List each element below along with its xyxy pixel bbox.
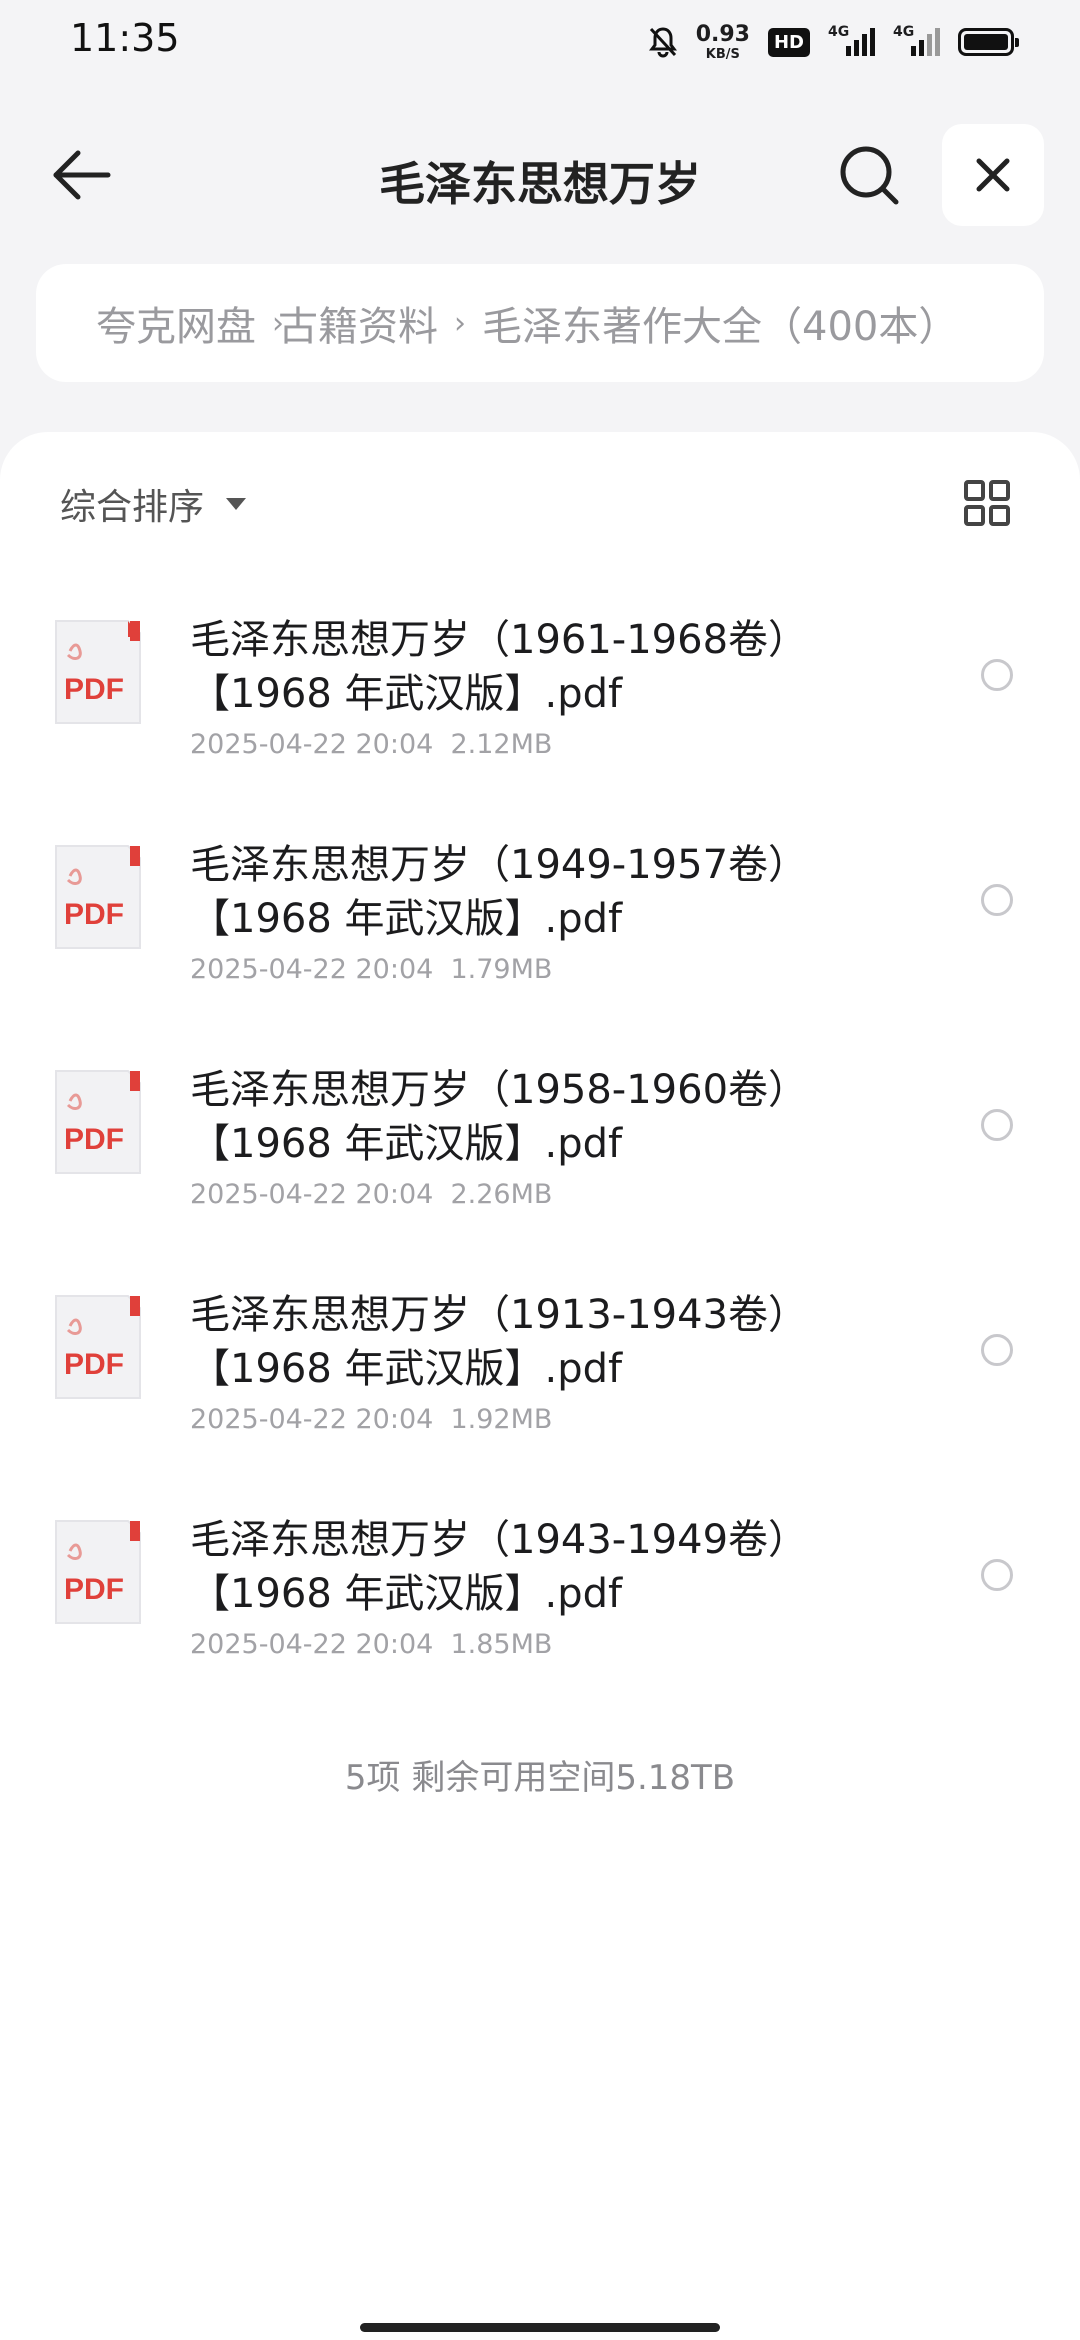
breadcrumb-item-root[interactable]: 夸克网盘 (36, 294, 262, 352)
status-time: 11:35 (70, 16, 180, 60)
close-icon (976, 158, 1010, 192)
search-button[interactable] (836, 142, 902, 208)
file-meta: 2025-04-22 20:04 1.92MB (190, 1404, 552, 1435)
signal-icon-sim2: 4G (893, 24, 940, 56)
pdf-file-icon: PDF (55, 620, 141, 724)
top-app-bar: 毛泽东思想万岁 (0, 120, 1080, 230)
file-meta: 2025-04-22 20:04 2.12MB (190, 729, 552, 760)
file-name: 毛泽东思想万岁（1958-1960卷）【1968 年武汉版】.pdf (190, 1067, 809, 1167)
grid-view-toggle[interactable] (964, 480, 1010, 526)
pdf-type-label: PDF (64, 673, 124, 706)
file-list: PDF 毛泽东思想万岁（1961-1968卷）【1968 年武汉版】.pdf 2… (0, 577, 1080, 1702)
file-row[interactable]: PDF 毛泽东思想万岁（1943-1949卷）【1968 年武汉版】.pdf 2… (0, 1477, 1080, 1702)
file-row[interactable]: PDF 毛泽东思想万岁（1949-1957卷）【1968 年武汉版】.pdf 2… (0, 802, 1080, 1027)
breadcrumb: 夸克网盘 › 古籍资料 › 毛泽东著作大全（400本） (36, 264, 1044, 382)
file-name: 毛泽东思想万岁（1961-1968卷）【1968 年武汉版】.pdf (190, 617, 809, 717)
file-meta: 2025-04-22 20:04 1.79MB (190, 954, 552, 985)
storage-summary: 5项 剩余可用空间5.18TB (344, 1758, 736, 1798)
select-radio[interactable] (981, 659, 1013, 691)
mute-bell-icon (648, 27, 677, 58)
file-row[interactable]: PDF 毛泽东思想万岁（1961-1968卷）【1968 年武汉版】.pdf 2… (0, 577, 1080, 802)
file-size: 2.12MB (450, 729, 553, 760)
pdf-file-icon: PDF (55, 1295, 141, 1399)
search-icon (840, 146, 899, 205)
sim1-network-label: 4G (828, 24, 850, 40)
file-name: 毛泽东思想万岁（1949-1957卷）【1968 年武汉版】.pdf (190, 842, 809, 942)
select-radio[interactable] (981, 1334, 1013, 1366)
pdf-file-icon: PDF (55, 1520, 141, 1624)
file-name: 毛泽东思想万岁（1913-1943卷）【1968 年武汉版】.pdf (190, 1292, 809, 1392)
file-size: 1.85MB (450, 1629, 553, 1660)
sort-dropdown[interactable]: 综合排序 (60, 478, 247, 530)
pdf-type-label: PDF (64, 1348, 124, 1381)
breadcrumb-item-parent[interactable]: 古籍资料 (272, 294, 444, 352)
file-meta: 2025-04-22 20:04 2.26MB (190, 1179, 552, 1210)
hd-voice-badge: HD (767, 27, 810, 57)
grid-view-icon (964, 480, 1010, 526)
signal-icon: 4G (828, 24, 875, 56)
close-button[interactable] (942, 124, 1044, 226)
breadcrumb-item-current[interactable]: 毛泽东著作大全（400本） (476, 294, 964, 352)
file-date: 2025-04-22 20:04 (190, 1629, 434, 1660)
pdf-type-label: PDF (64, 1573, 124, 1606)
network-speed: 0.93 KB/S (695, 21, 750, 62)
pdf-type-label: PDF (64, 898, 124, 931)
home-indicator[interactable] (360, 2323, 720, 2332)
file-date: 2025-04-22 20:04 (190, 729, 434, 760)
file-row[interactable]: PDF 毛泽东思想万岁（1913-1943卷）【1968 年武汉版】.pdf 2… (0, 1252, 1080, 1477)
file-browser: 综合排序 PDF 毛泽东思想万岁（1961-1968卷）【1968 年武汉版】.… (0, 432, 1080, 2340)
select-radio[interactable] (981, 1559, 1013, 1591)
file-size: 1.92MB (450, 1404, 553, 1435)
file-size: 1.79MB (450, 954, 553, 985)
select-radio[interactable] (981, 1109, 1013, 1141)
file-row[interactable]: PDF 毛泽东思想万岁（1958-1960卷）【1968 年武汉版】.pdf 2… (0, 1027, 1080, 1252)
file-name: 毛泽东思想万岁（1943-1949卷）【1968 年武汉版】.pdf (190, 1517, 809, 1617)
status-bar: 11:35 0.93 KB/S HD 4G 4G (0, 0, 1080, 84)
caret-down-icon (226, 498, 247, 510)
pdf-file-icon: PDF (55, 845, 141, 949)
file-size: 2.26MB (450, 1179, 553, 1210)
file-date: 2025-04-22 20:04 (190, 1404, 434, 1435)
select-radio[interactable] (981, 884, 1013, 916)
page-title: 毛泽东思想万岁 (379, 157, 701, 211)
battery-icon (958, 28, 1019, 56)
file-meta: 2025-04-22 20:04 1.85MB (190, 1629, 552, 1660)
network-speed-value: 0.93 (695, 21, 750, 47)
network-speed-unit: KB/S (705, 46, 740, 62)
status-icons: 0.93 KB/S HD 4G 4G (648, 18, 1019, 66)
sim2-network-label: 4G (893, 24, 915, 40)
file-date: 2025-04-22 20:04 (190, 1179, 434, 1210)
file-date: 2025-04-22 20:04 (190, 954, 434, 985)
pdf-type-label: PDF (64, 1123, 124, 1156)
sort-label: 综合排序 (60, 487, 205, 528)
chevron-right-icon: › (454, 305, 466, 341)
pdf-file-icon: PDF (55, 1070, 141, 1174)
